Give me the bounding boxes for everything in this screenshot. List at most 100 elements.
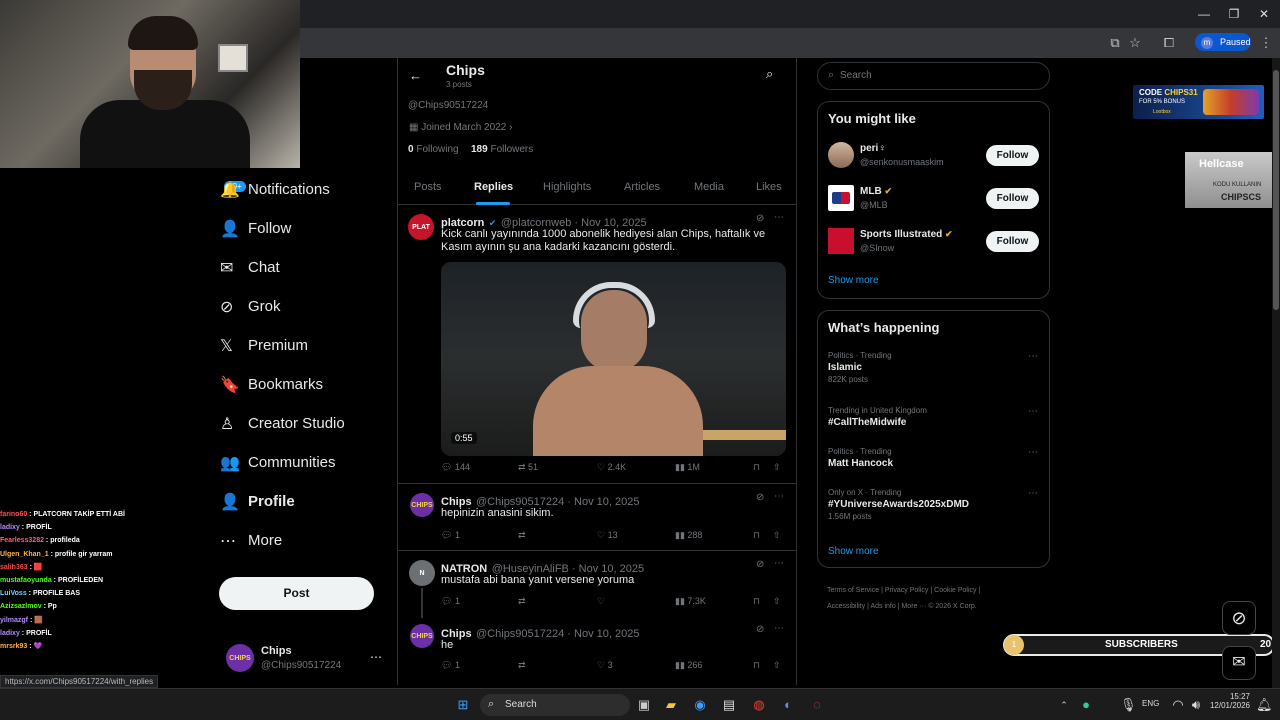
messages-float-button[interactable]: ✉ [1222,646,1256,680]
following-link[interactable]: 0 Following [408,144,459,155]
share-icon[interactable]: ⇧ [773,596,781,607]
views-icon[interactable]: ▮▮ 1M [675,462,700,473]
share-icon[interactable]: ⇧ [773,462,781,473]
search-icon[interactable]: ⌕ [766,66,773,82]
file-explorer-icon[interactable]: ▰ [663,697,679,713]
bookmark-icon[interactable]: ⊓ [753,530,760,541]
footer-link[interactable]: Privacy Policy [885,587,929,594]
store-icon[interactable]: ▤ [721,697,737,713]
trend-more-icon[interactable]: ⋯ [1028,447,1038,458]
volume-icon[interactable]: 🔊︎ [1188,697,1204,713]
chrome-icon[interactable]: ◍ [751,697,767,713]
tab-posts[interactable]: Posts [414,181,442,193]
reply-icon[interactable]: 💬︎ 1 [441,596,460,607]
install-icon[interactable]: ⧉ [1106,34,1124,52]
sidebar-item-more[interactable]: ⋯ More [220,521,390,560]
grok-icon[interactable]: ⊘ [756,624,764,635]
followers-link[interactable]: 189 Followers [471,144,533,155]
tab-highlights[interactable]: Highlights [543,181,591,193]
profile-paused-button[interactable]: m Paused [1195,33,1251,51]
like-icon[interactable]: ♡ 3 [597,660,613,671]
tab-likes[interactable]: Likes [756,181,782,193]
bookmark-icon[interactable]: ⊓ [753,660,760,671]
sidebar-item-communities[interactable]: 👥 Communities [220,443,390,482]
footer-link[interactable]: Cookie Policy [934,587,976,594]
trend-item[interactable]: Trending in United Kingdom #CallTheMidwif… [828,406,1038,428]
tray-app-icon[interactable]: ● [1078,697,1094,713]
menu-icon[interactable]: ⋮ [1257,34,1275,52]
suggestion-row[interactable]: MLB ✔ @MLB Follow [818,183,1049,221]
suggestion-row[interactable]: peri♀ @senkonusmaaskim Follow [818,140,1049,178]
sidebar-item-creator-studio[interactable]: ♙ Creator Studio [220,404,390,443]
star-icon[interactable]: ☆ [1126,34,1144,52]
tab-media[interactable]: Media [694,181,724,193]
trend-item[interactable]: Politics · Trending Matt Hancock ⋯ [828,447,1038,469]
follow-button[interactable]: Follow [986,231,1039,252]
scrollbar-thumb[interactable] [1273,70,1279,310]
wifi-icon[interactable]: ◠ [1170,697,1186,713]
tab-replies[interactable]: Replies [474,181,513,193]
grok-icon[interactable]: ⊘ [756,559,764,570]
language-indicator[interactable]: ENG [1142,699,1159,708]
tab-articles[interactable]: Articles [624,181,660,193]
minimize-icon[interactable]: — [1187,4,1221,24]
footer-link[interactable]: Ads info [870,603,895,610]
footer-link[interactable]: More ··· [901,603,926,610]
show-more-link[interactable]: Show more [828,275,879,286]
repost-icon[interactable]: ⇄ [518,530,526,541]
more-icon[interactable]: ⋯ [774,491,784,502]
tweet-video[interactable]: 0:55 [441,262,786,456]
notifications-icon[interactable]: 🔔︎ [1256,697,1273,713]
bookmark-icon[interactable]: ⊓ [753,596,760,607]
grok-float-button[interactable]: ⊘ [1222,601,1256,635]
views-icon[interactable]: ▮▮ 266 [675,660,702,671]
sidebar-item-grok[interactable]: ⊘ Grok [220,287,390,326]
footer-link[interactable]: Terms of Service [827,587,879,594]
grok-icon[interactable]: ⊘ [756,213,764,224]
follow-button[interactable]: Follow [986,188,1039,209]
trend-item[interactable]: Only on X · Trending #YUniverseAwards2025… [828,488,1038,521]
account-more-icon[interactable]: ⋯ [370,650,382,664]
page-scrollbar[interactable] [1272,58,1280,688]
suggestion-row[interactable]: Sports Illustrated ✔ @SInow Follow [818,226,1049,264]
reply-icon[interactable]: 💬︎ 1 [441,530,460,541]
trend-more-icon[interactable]: ⋯ [1028,351,1038,362]
grok-icon[interactable]: ⊘ [756,492,764,503]
extensions-icon[interactable]: ⧠ [1160,34,1178,52]
repost-icon[interactable]: ⇄ [518,660,526,671]
like-icon[interactable]: ♡ [597,596,605,607]
share-icon[interactable]: ⇧ [773,660,781,671]
repost-icon[interactable]: ⇄ [518,596,526,607]
more-icon[interactable]: ⋯ [774,623,784,634]
tweet[interactable]: PLAT platcorn ✔ @platcornweb · Nov 10, 2… [398,206,796,484]
edge-icon[interactable]: ◉ [692,697,708,713]
clock[interactable]: 15:27 12/01/2026 [1208,692,1250,710]
views-icon[interactable]: ▮▮ 7.3K [675,596,706,607]
account-switcher[interactable]: CHIPS Chips @Chips90517224 ⋯ [226,642,386,676]
reply-icon[interactable]: 💬︎ 144 [441,462,470,473]
search-input[interactable]: ⌕ Search [817,62,1050,90]
discord-icon[interactable]: ◐ [780,697,796,713]
trend-more-icon[interactable]: ⋯ [1028,406,1038,417]
sidebar-item-chat[interactable]: ✉ Chat [220,248,390,287]
close-icon[interactable]: ✕ [1247,4,1280,24]
show-more-link[interactable]: Show more [828,546,879,557]
repost-icon[interactable]: ⇄ 51 [518,462,538,473]
follow-button[interactable]: Follow [986,145,1039,166]
sidebar-item-bookmarks[interactable]: 🔖 Bookmarks [220,365,390,404]
app-icon[interactable]: ◌ [809,697,825,713]
sidebar-item-premium[interactable]: 𝕏 Premium [220,326,390,365]
sidebar-item-follow[interactable]: 👤 Follow [220,209,390,248]
tweet[interactable]: CHIPS Chips @Chips90517224 · Nov 10, 202… [398,485,796,551]
trend-more-icon[interactable]: ⋯ [1028,488,1038,499]
more-icon[interactable]: ⋯ [774,558,784,569]
sidebar-item-notifications[interactable]: 🔔 Notifications [220,170,390,209]
sidebar-item-profile[interactable]: 👤 Profile [220,482,390,521]
like-icon[interactable]: ♡ 2.4K [597,462,626,473]
trend-item[interactable]: Politics · Trending Islamic 822K posts ⋯ [828,351,1038,384]
start-icon[interactable]: ⊞ [455,697,471,713]
maximize-icon[interactable]: ❐ [1217,4,1251,24]
back-arrow-icon[interactable]: ← [409,68,422,83]
task-view-icon[interactable]: ▣ [636,697,652,713]
bookmark-icon[interactable]: ⊓ [753,462,760,473]
